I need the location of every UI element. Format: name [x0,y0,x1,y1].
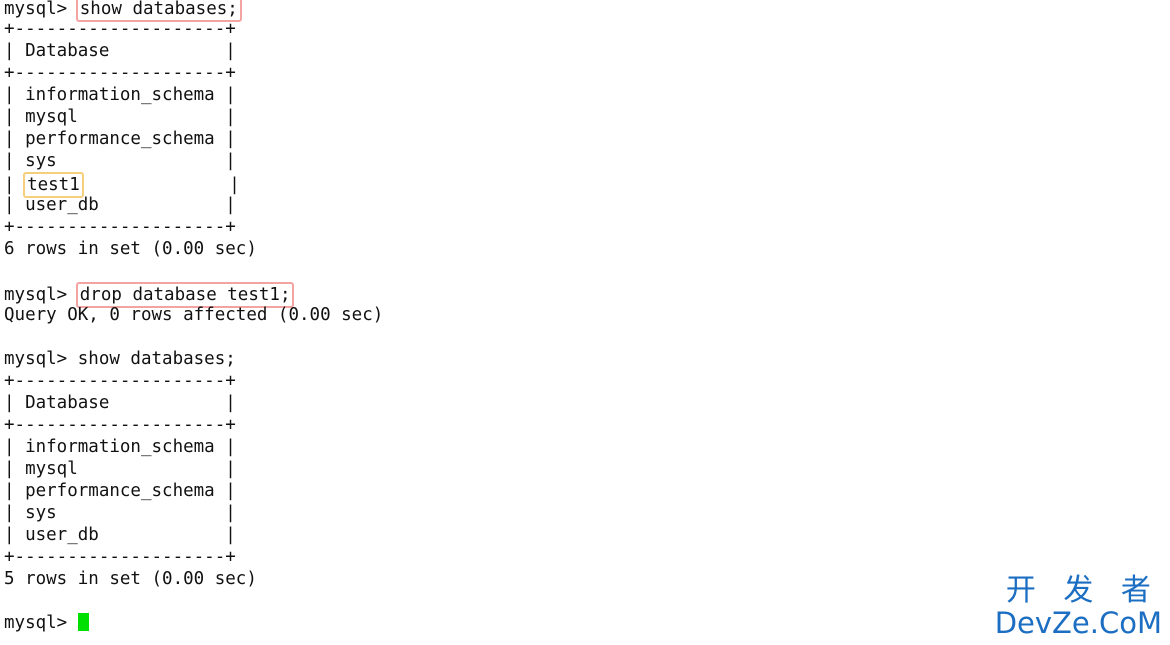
shell-prompt: mysql> [4,0,78,19]
terminal-line: | sys | [4,503,236,523]
terminal-line: | performance_schema | [4,481,236,501]
terminal-line: 5 rows in set (0.00 sec) [4,569,257,589]
text-cursor [77,613,89,631]
terminal-line: | test1 | [4,172,704,198]
terminal-line: +--------------------+ [4,415,236,435]
terminal-line: | Database | [4,393,236,413]
terminal-line: 6 rows in set (0.00 sec) [4,239,257,259]
terminal-line: +--------------------+ [4,63,236,83]
terminal-line: | user_db | [4,195,236,215]
terminal-screen: mysql> show databases; +----------------… [0,0,1170,645]
terminal-line: +--------------------+ [4,217,236,237]
terminal-line: | performance_schema | [4,129,236,149]
terminal-line: | user_db | [4,525,236,545]
terminal-line: | Database | [4,41,236,61]
shell-prompt: mysql> [4,285,78,305]
watermark: 开 发 者 DevZe.CoM [995,574,1162,639]
terminal-output[interactable]: mysql> show databases; +----------------… [4,0,704,634]
terminal-line: mysql> show databases; [4,349,236,369]
watermark-cn-text: 开 发 者 [1005,573,1160,608]
watermark-en-text: DevZe.CoM [994,606,1162,640]
terminal-line: +--------------------+ [4,19,236,39]
terminal-line: | information_schema | [4,437,236,457]
terminal-line: mysql> show databases; [4,0,704,22]
table-cell-prefix: | [4,175,26,195]
terminal-line: Query OK, 0 rows affected (0.00 sec) [4,305,384,325]
table-cell-suffix: | [81,175,240,195]
terminal-line: +--------------------+ [4,547,236,567]
terminal-line: | mysql | [4,107,236,127]
terminal-line: | sys | [4,151,236,171]
terminal-input-line[interactable]: mysql> [4,612,704,634]
terminal-line: | mysql | [4,459,236,479]
terminal-line: +--------------------+ [4,371,236,391]
terminal-line: | information_schema | [4,85,236,105]
terminal-line: mysql> drop database test1; [4,282,704,308]
shell-prompt: mysql> [4,613,78,633]
